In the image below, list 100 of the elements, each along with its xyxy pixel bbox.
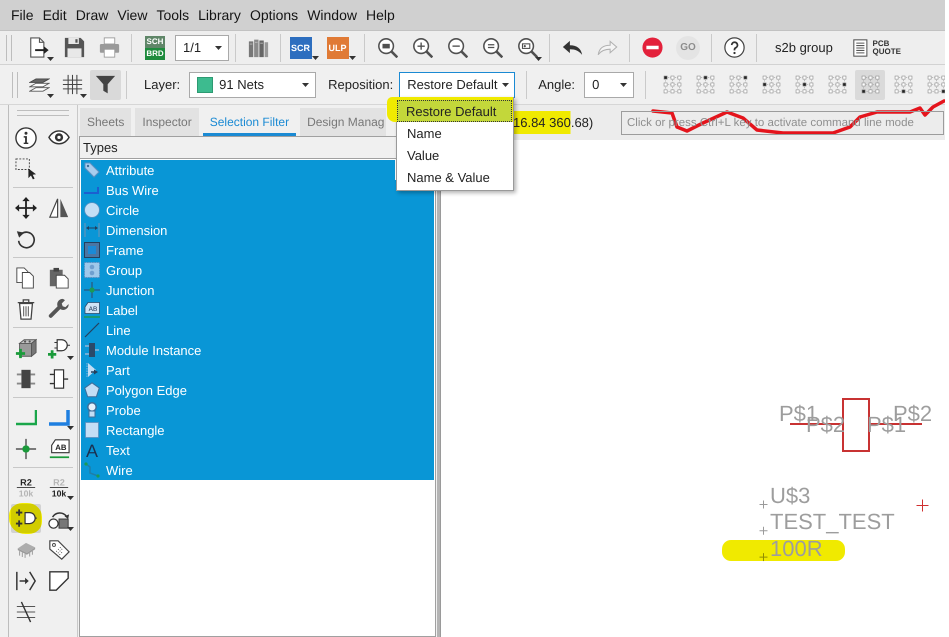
anchor-grid-icon bbox=[828, 75, 847, 94]
letter-icon: A bbox=[84, 442, 100, 458]
caret-icon[interactable] bbox=[47, 94, 54, 98]
wrench-icon bbox=[48, 298, 70, 320]
toolbar-grip[interactable] bbox=[6, 34, 12, 60]
diagonal-line-icon bbox=[84, 322, 100, 338]
grid-icon bbox=[62, 74, 83, 95]
cross-mark-icon bbox=[916, 499, 929, 512]
chip-icon bbox=[14, 368, 36, 390]
printer-icon bbox=[98, 37, 120, 58]
junction-icon bbox=[84, 282, 100, 298]
toolbar-grip[interactable] bbox=[12, 72, 18, 98]
caret-icon[interactable] bbox=[66, 426, 74, 430]
pcb-quote-button[interactable]: PCB QUOTE bbox=[850, 32, 904, 62]
menu-item[interactable]: Help bbox=[362, 7, 399, 23]
anchor-grid-icon bbox=[860, 75, 880, 94]
info-icon bbox=[14, 126, 36, 148]
name-tool-button[interactable]: R2 10k bbox=[10, 473, 40, 502]
module-icon bbox=[84, 342, 100, 358]
dimension-icon bbox=[84, 222, 100, 238]
dropdown-option[interactable]: Name bbox=[398, 122, 512, 144]
filter-list-item[interactable]: A Text bbox=[81, 440, 434, 460]
gate-plus-icon bbox=[14, 508, 36, 529]
paste-icon bbox=[48, 266, 70, 288]
layer-dropdown[interactable]: 91 Nets bbox=[189, 72, 316, 98]
selection-rectangle-icon bbox=[14, 158, 36, 180]
move-icon bbox=[14, 196, 36, 218]
cross-mark-icon bbox=[759, 500, 768, 509]
caret-icon[interactable] bbox=[80, 94, 87, 98]
tag-icon bbox=[84, 162, 100, 178]
zoom-out-icon bbox=[446, 37, 468, 58]
menu-item[interactable]: View bbox=[113, 7, 152, 23]
document-arrow-icon bbox=[28, 37, 50, 58]
circle-icon bbox=[84, 202, 100, 218]
mirror-icon bbox=[48, 196, 70, 218]
outline-chip-icon bbox=[48, 368, 70, 390]
probe-icon bbox=[84, 402, 100, 418]
box-plus-icon bbox=[14, 336, 36, 358]
dropdown-option[interactable]: Restore Default bbox=[397, 100, 512, 122]
script-button[interactable]: SCR bbox=[290, 36, 312, 58]
anchor-grid-icon bbox=[794, 75, 814, 94]
part-icon bbox=[84, 362, 100, 378]
anchor-grid-icon bbox=[762, 75, 781, 94]
sheet-dropdown[interactable]: 1/1 bbox=[175, 34, 229, 60]
filter-button[interactable] bbox=[90, 70, 121, 100]
help-icon bbox=[724, 37, 744, 58]
caret-icon[interactable] bbox=[535, 56, 542, 60]
copy-icon bbox=[15, 266, 36, 288]
schematic-text: 100R bbox=[770, 541, 823, 557]
pentagon-icon bbox=[84, 382, 100, 398]
layer-label: Layer: bbox=[144, 77, 180, 92]
reposition-dropdown[interactable]: Restore Default bbox=[399, 72, 516, 98]
menu-item[interactable]: Draw bbox=[72, 7, 112, 23]
wire-line-icon bbox=[14, 409, 36, 426]
caret-icon bbox=[302, 82, 310, 86]
angle-label: Angle: bbox=[538, 77, 576, 92]
cross-mark-icon bbox=[759, 526, 768, 536]
caret-icon bbox=[620, 82, 628, 86]
caret-icon[interactable] bbox=[66, 356, 74, 360]
stop-icon bbox=[642, 37, 662, 58]
menu-item[interactable]: Window bbox=[303, 7, 361, 23]
team-name-label[interactable]: s2b group bbox=[775, 40, 833, 55]
dropdown-option[interactable]: Value bbox=[398, 144, 512, 166]
menu-item[interactable]: File bbox=[7, 7, 38, 23]
schematic-text: U$3 bbox=[770, 488, 810, 504]
bus-line-icon bbox=[84, 186, 100, 194]
wire-icon bbox=[84, 462, 100, 478]
books-icon bbox=[248, 37, 268, 58]
junction-icon bbox=[14, 438, 36, 460]
magnifier-equals-icon bbox=[482, 37, 502, 58]
anchor-grid-icon bbox=[926, 75, 945, 94]
anchor-grid-icon bbox=[696, 75, 715, 94]
group-icon bbox=[84, 262, 100, 278]
tag-icon bbox=[48, 538, 70, 560]
redo-arrow-icon bbox=[596, 40, 618, 56]
bus-line-icon bbox=[48, 409, 70, 426]
angle-dropdown[interactable]: 0 bbox=[584, 72, 634, 98]
menu-item[interactable]: Tools bbox=[152, 7, 194, 23]
eye-icon bbox=[48, 130, 70, 145]
schematic-board-switch-button[interactable]: SCH BRD bbox=[145, 36, 165, 60]
undo-arrow-icon bbox=[562, 40, 582, 56]
caret-icon bbox=[502, 82, 510, 86]
split-lines-icon bbox=[14, 600, 36, 622]
caret-icon[interactable] bbox=[47, 56, 54, 60]
menu-item[interactable]: Library bbox=[194, 7, 245, 23]
caret-icon bbox=[215, 46, 222, 50]
document-lines-icon bbox=[852, 38, 868, 56]
frame-icon bbox=[84, 242, 100, 258]
caret-icon[interactable] bbox=[66, 527, 74, 531]
caret-icon[interactable] bbox=[66, 496, 74, 500]
menu-item[interactable]: Edit bbox=[38, 7, 71, 23]
anchor-button[interactable] bbox=[855, 70, 886, 100]
value-tool-button[interactable]: R2 10k bbox=[44, 473, 74, 502]
caret-icon[interactable] bbox=[348, 56, 356, 60]
anchor-grid-icon bbox=[662, 75, 682, 94]
anchor-grid-icon bbox=[894, 75, 913, 94]
caret-icon[interactable] bbox=[312, 56, 318, 60]
port-arrow-icon bbox=[14, 570, 36, 592]
palette-grip[interactable] bbox=[17, 110, 69, 116]
menu-item[interactable]: Options bbox=[246, 7, 302, 23]
